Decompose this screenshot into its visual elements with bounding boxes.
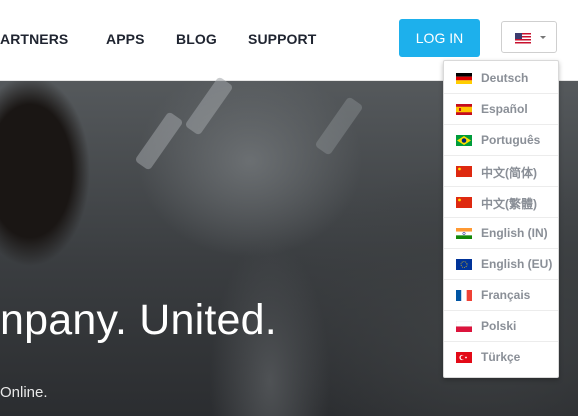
language-label: Français — [481, 288, 531, 302]
language-option-polski[interactable]: Polski — [444, 311, 558, 342]
language-option-chinese-simplified[interactable]: 中文(简体) — [444, 156, 558, 187]
language-label: 中文(繁體) — [481, 197, 537, 211]
eu-flag-icon — [456, 259, 472, 270]
us-flag-icon — [515, 33, 531, 44]
language-label: English (EU) — [481, 257, 553, 271]
hero-headline: npany. United. — [0, 296, 277, 344]
nav-apps[interactable]: APPS — [106, 31, 145, 47]
ceiling-light — [184, 76, 234, 136]
chevron-down-icon — [540, 36, 546, 39]
ceiling-light — [314, 96, 364, 156]
language-label: 中文(简体) — [481, 166, 537, 180]
brazil-flag-icon — [456, 135, 472, 146]
nav-partners[interactable]: ARTNERS — [0, 31, 68, 47]
language-option-deutsch[interactable]: Deutsch — [444, 63, 558, 94]
poland-flag-icon — [456, 321, 472, 332]
language-option-turkce[interactable]: Türkçe — [444, 342, 558, 373]
language-label: Español — [481, 102, 528, 116]
language-selector[interactable] — [501, 21, 557, 53]
language-menu: Deutsch Español Português 中文(简体) 中文(繁體) — [443, 60, 559, 378]
language-label: Polski — [481, 319, 517, 333]
turkey-flag-icon — [456, 352, 472, 363]
language-label: Deutsch — [481, 71, 529, 85]
language-label: English (IN) — [481, 226, 548, 240]
france-flag-icon — [456, 290, 472, 301]
language-label: Türkçe — [481, 350, 521, 364]
nav-support[interactable]: SUPPORT — [248, 31, 316, 47]
germany-flag-icon — [456, 73, 472, 84]
language-option-english-in[interactable]: English (IN) — [444, 218, 558, 249]
ceiling-light — [134, 111, 184, 171]
hero-subline: Online. — [0, 384, 48, 401]
language-option-francais[interactable]: Français — [444, 280, 558, 311]
login-button[interactable]: LOG IN — [399, 19, 480, 57]
language-option-chinese-traditional[interactable]: 中文(繁體) — [444, 187, 558, 218]
language-label: Português — [481, 133, 541, 147]
nav-blog[interactable]: BLOG — [176, 31, 217, 47]
language-option-english-eu[interactable]: English (EU) — [444, 249, 558, 280]
language-option-portugues[interactable]: Português — [444, 125, 558, 156]
china-flag-icon — [456, 166, 472, 177]
china-flag-icon — [456, 197, 472, 208]
india-flag-icon — [456, 228, 472, 239]
language-option-espanol[interactable]: Español — [444, 94, 558, 125]
spain-flag-icon — [456, 104, 472, 115]
